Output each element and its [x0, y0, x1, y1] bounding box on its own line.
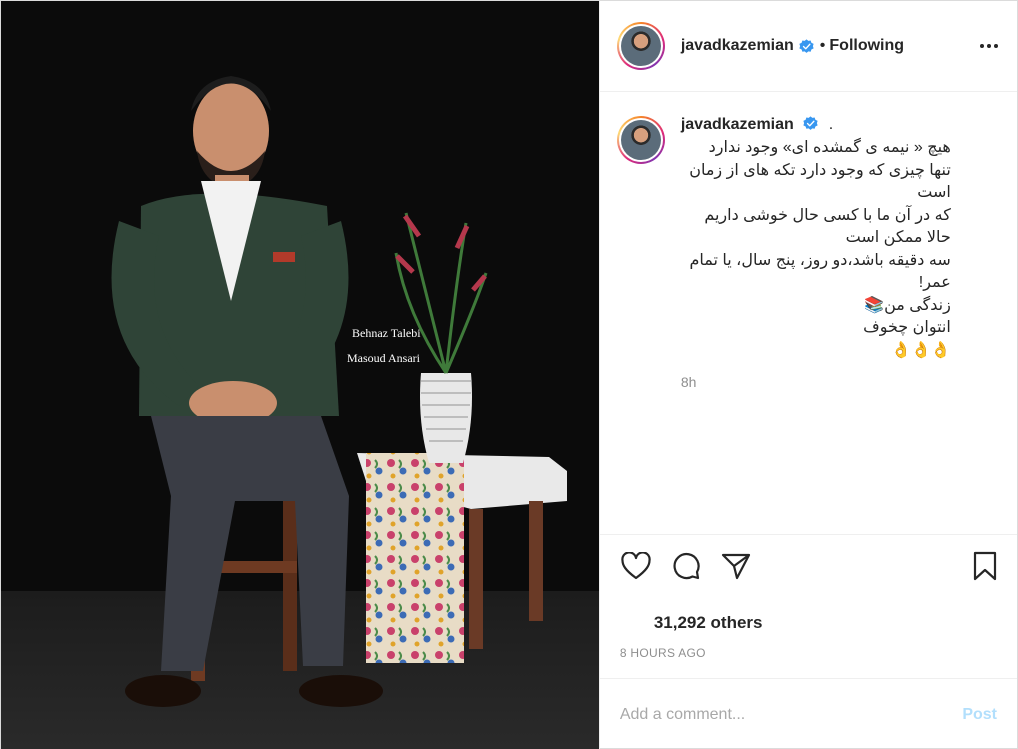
photo-credit-1: Behnaz Talebi: [352, 326, 421, 340]
comment-button[interactable]: [670, 550, 702, 582]
bookmark-icon: [973, 551, 997, 580]
save-button[interactable]: [969, 550, 1001, 582]
post-sidebar: javadkazemian • Following javadkazemian: [598, 1, 1017, 749]
likes-count[interactable]: 31,292 others: [600, 596, 1017, 640]
action-bar: [599, 534, 1017, 596]
share-button[interactable]: [720, 550, 752, 582]
comment-input[interactable]: [619, 705, 963, 724]
caption-text: هیچ « نیمه ی گمشده ای» وجود ندارد تنها چ…: [689, 139, 951, 359]
caption-trailing-dot: .: [828, 116, 834, 133]
post-timestamp: 8 HOURS AGO: [619, 646, 706, 660]
more-horizontal-icon[interactable]: [977, 34, 1001, 58]
caption-section: javadkazemian . هیچ « نیمه ی گمشده ای» و…: [600, 92, 1017, 534]
caption-time-ago: 8h: [680, 374, 697, 390]
author-avatar[interactable]: [616, 22, 665, 70]
like-button[interactable]: [620, 550, 652, 582]
photo-credit-2: Masoud Ansari: [347, 351, 421, 365]
caption-author-username[interactable]: javadkazemian: [681, 116, 794, 133]
post-photo-illustration: Behnaz Talebi Masoud Ansari: [1, 1, 599, 749]
share-icon: [721, 553, 750, 579]
post-photo[interactable]: Behnaz Talebi Masoud Ansari: [1, 1, 599, 749]
comment-icon: [673, 552, 700, 579]
following-button[interactable]: Following: [829, 37, 904, 55]
author-username[interactable]: javadkazemian: [681, 37, 794, 55]
post-header: javadkazemian • Following: [599, 1, 1017, 92]
post-modal: Behnaz Talebi Masoud Ansari javadkazemia…: [0, 0, 1018, 749]
post-comment-button[interactable]: Post: [962, 706, 997, 724]
caption-author-avatar[interactable]: [616, 116, 665, 164]
comment-form: Post: [599, 678, 1017, 749]
verified-badge-icon: [799, 38, 814, 53]
verified-badge-icon: [803, 116, 818, 130]
separator-dot: •: [819, 37, 826, 54]
heart-icon: [621, 551, 651, 579]
